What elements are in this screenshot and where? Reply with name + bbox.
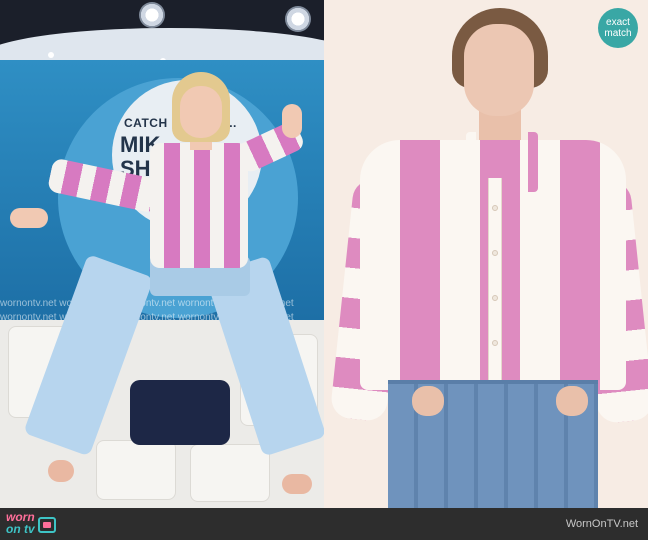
model-face bbox=[464, 24, 534, 116]
tv-icon bbox=[37, 517, 56, 533]
hand-in-pocket bbox=[556, 386, 588, 416]
pointing-hand bbox=[282, 104, 302, 138]
ceiling-light-dot bbox=[48, 52, 54, 58]
logo-ontv-text: on tv bbox=[6, 522, 35, 536]
shirt-button bbox=[492, 250, 498, 256]
studio-light-icon bbox=[285, 6, 311, 32]
footer-bar: worn on tv WornOnTV.net bbox=[0, 508, 648, 540]
badge-line-1: exact bbox=[606, 17, 630, 28]
couch-cushion bbox=[96, 440, 176, 500]
pointing-hand bbox=[10, 208, 48, 228]
bare-foot bbox=[282, 474, 312, 494]
navy-pillow bbox=[130, 380, 230, 445]
logo-text: worn on tv bbox=[6, 511, 35, 535]
badge-line-2: match bbox=[604, 28, 632, 39]
shirt-collar bbox=[466, 132, 538, 192]
face bbox=[180, 86, 222, 138]
tv-still-photo[interactable]: CATCH UP WITH... MIK SH wornontv.net wor… bbox=[0, 0, 324, 508]
shirt-button bbox=[492, 340, 498, 346]
site-url[interactable]: WornOnTV.net bbox=[566, 518, 638, 530]
couch-cushion bbox=[190, 444, 270, 502]
bare-foot bbox=[48, 460, 74, 482]
exact-match-badge: exact match bbox=[598, 8, 638, 48]
shirt-button bbox=[492, 205, 498, 211]
pink-striped-shirt bbox=[150, 143, 248, 268]
product-photo[interactable]: exact match bbox=[324, 0, 648, 508]
wornontv-logo[interactable]: worn on tv bbox=[6, 511, 56, 535]
hand-in-pocket bbox=[412, 386, 444, 416]
shirt-button bbox=[492, 295, 498, 301]
studio-light-icon bbox=[139, 2, 165, 28]
outfit-comparison-page: CATCH UP WITH... MIK SH wornontv.net wor… bbox=[0, 0, 648, 540]
